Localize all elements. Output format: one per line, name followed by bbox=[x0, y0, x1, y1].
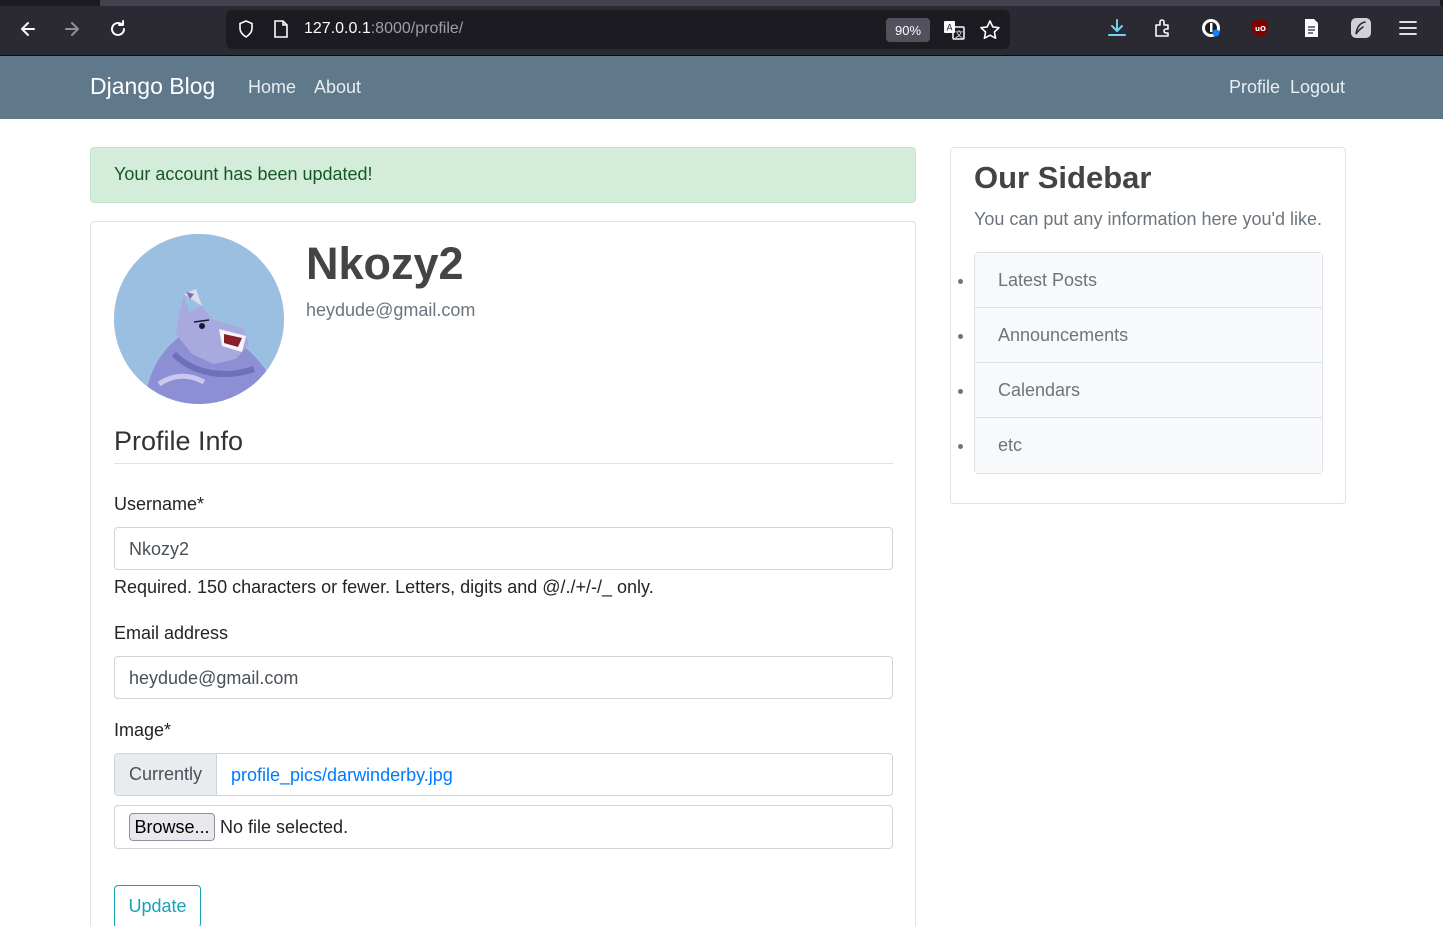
extensions-icon[interactable] bbox=[1152, 17, 1174, 39]
reader-icon[interactable] bbox=[1300, 17, 1322, 39]
sidebar-item-announcements[interactable]: Announcements bbox=[975, 308, 1322, 363]
file-status-text: No file selected. bbox=[220, 817, 349, 837]
success-alert: Your account has been updated! bbox=[90, 147, 916, 203]
translate-icon[interactable]: A文 bbox=[942, 18, 966, 42]
image-file-input[interactable]: Browse... No file selected. bbox=[114, 805, 893, 849]
username-label: Username* bbox=[114, 494, 205, 514]
nav-link-profile[interactable]: Profile bbox=[1229, 77, 1280, 98]
username-field[interactable]: Nkozy2 bbox=[114, 527, 893, 570]
image-label: Image* bbox=[114, 720, 172, 740]
browser-toolbar: 127.0.0.1:8000/profile/ 90% A文 uO bbox=[0, 0, 1443, 56]
svg-text:uO: uO bbox=[1255, 25, 1266, 33]
nav-link-logout[interactable]: Logout bbox=[1290, 77, 1345, 98]
zoom-indicator[interactable]: 90% bbox=[886, 18, 930, 42]
current-image-link[interactable]: profile_pics/darwinderby.jpg bbox=[231, 765, 453, 786]
sidebar-title: Our Sidebar bbox=[974, 160, 1152, 195]
address-bar[interactable]: 127.0.0.1:8000/profile/ 90% A文 bbox=[226, 10, 1010, 49]
profile-card: Nkozy2 heydude@gmail.com Profile Info Us… bbox=[90, 221, 916, 926]
password-manager-icon[interactable] bbox=[1200, 17, 1222, 39]
current-image-group: Currently profile_pics/darwinderby.jpg bbox=[114, 753, 893, 796]
sidebar-text: You can put any information here you'd l… bbox=[974, 209, 1322, 229]
sidebar-item-etc[interactable]: etc bbox=[975, 418, 1322, 473]
form-legend: Profile Info bbox=[114, 426, 893, 464]
sidebar-item-latest-posts[interactable]: Latest Posts bbox=[975, 253, 1322, 308]
account-username: Nkozy2 bbox=[306, 238, 464, 289]
url-host: 127.0.0.1 bbox=[304, 20, 371, 37]
shield-icon[interactable] bbox=[236, 19, 256, 39]
menu-icon[interactable] bbox=[1397, 17, 1419, 39]
email-label: Email address bbox=[114, 623, 229, 643]
tab-strip bbox=[0, 0, 1443, 6]
ublock-icon[interactable]: uO bbox=[1249, 17, 1271, 39]
nav-link-about[interactable]: About bbox=[314, 77, 361, 98]
feather-icon[interactable] bbox=[1350, 17, 1372, 39]
star-icon[interactable] bbox=[978, 18, 1002, 42]
reload-icon[interactable] bbox=[103, 14, 133, 44]
avatar bbox=[114, 234, 284, 404]
site-navbar: Django Blog Home About Profile Logout bbox=[0, 56, 1443, 119]
nav-link-home[interactable]: Home bbox=[248, 77, 296, 98]
back-arrow-icon[interactable] bbox=[13, 14, 43, 44]
sidebar: Our Sidebar You can put any information … bbox=[950, 147, 1346, 504]
url-text[interactable]: 127.0.0.1:8000/profile/ bbox=[304, 20, 463, 38]
currently-label: Currently bbox=[115, 754, 217, 795]
sidebar-list: Latest Posts Announcements Calendars etc bbox=[974, 252, 1323, 474]
svg-text:文: 文 bbox=[955, 29, 963, 39]
forward-arrow-icon[interactable] bbox=[57, 14, 87, 44]
page-icon[interactable] bbox=[272, 19, 290, 39]
download-icon[interactable] bbox=[1106, 17, 1128, 39]
update-button[interactable]: Update bbox=[114, 885, 201, 926]
browse-button[interactable]: Browse... bbox=[129, 813, 215, 841]
account-email: heydude@gmail.com bbox=[306, 300, 476, 320]
email-field[interactable]: heydude@gmail.com bbox=[114, 656, 893, 699]
navbar-brand[interactable]: Django Blog bbox=[90, 73, 215, 100]
active-tab[interactable] bbox=[100, 0, 1440, 6]
username-help-text: Required. 150 characters or fewer. Lette… bbox=[114, 577, 654, 597]
sidebar-item-calendars[interactable]: Calendars bbox=[975, 363, 1322, 418]
url-path: :8000/profile/ bbox=[370, 20, 464, 37]
